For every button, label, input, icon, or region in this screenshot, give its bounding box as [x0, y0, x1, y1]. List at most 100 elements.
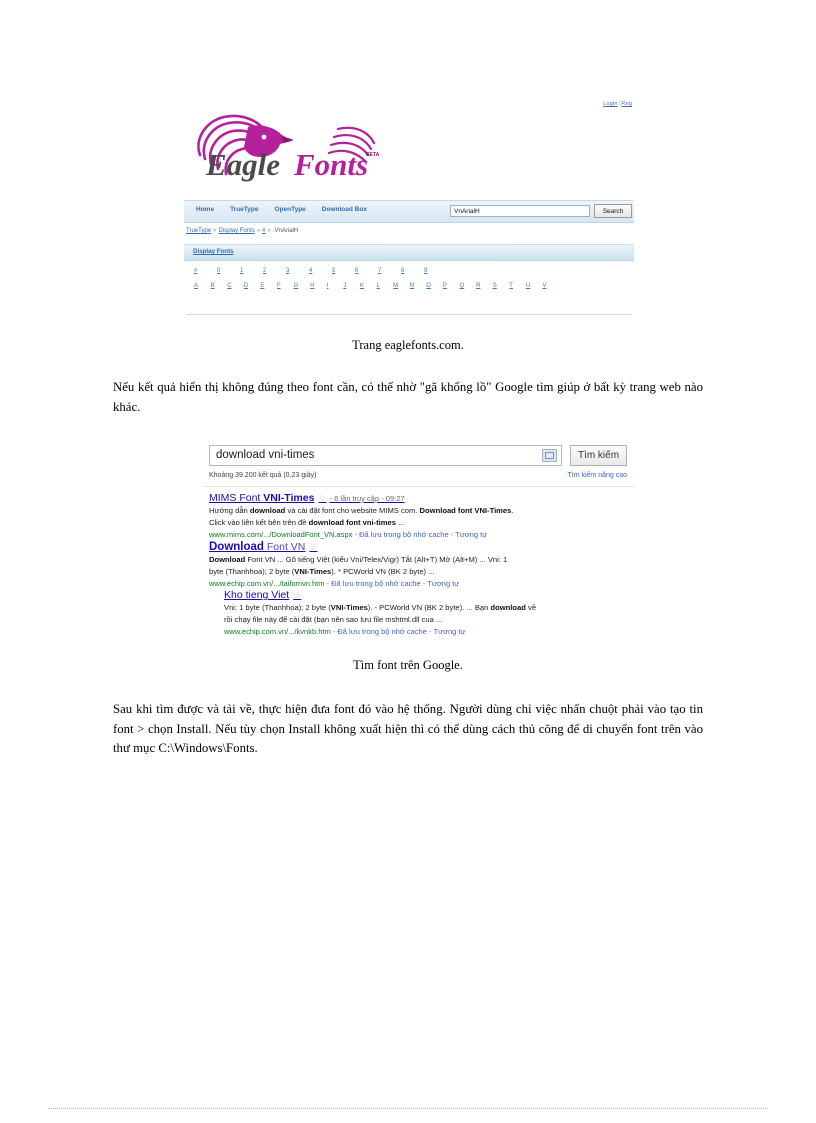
alphabet-link-7[interactable]: 7	[378, 268, 401, 274]
result-snippet-line-2: rồi chạy file này để cài đặt (bạn nên sa…	[224, 614, 443, 624]
star-icon[interactable]: ☆	[318, 493, 326, 503]
snippet-seg: và cài đặt font cho website MIMS com.	[285, 506, 420, 515]
alphabet-link-a[interactable]: A	[194, 283, 211, 289]
caption-eaglefonts: Trang eaglefonts.com.	[352, 338, 464, 352]
star-icon[interactable]: ☆	[293, 590, 301, 600]
breadcrumb-item-hash[interactable]: #	[262, 228, 265, 234]
alphabet-link-k[interactable]: K	[360, 283, 377, 289]
result-url[interactable]: www.echip.com.vn/.../taifomvn.htm	[209, 579, 324, 588]
nav-item-home[interactable]: Home	[196, 206, 214, 213]
google-divider	[202, 486, 634, 487]
alphabet-link-q[interactable]: Q	[460, 283, 477, 289]
alphabet-link-0[interactable]: 0	[217, 268, 240, 274]
result-url[interactable]: www.mims.com/.../DownloadFont_VN.aspx	[209, 530, 352, 539]
result-cache-link[interactable]: Đã lưu trong bộ nhớ cache	[359, 530, 449, 539]
font-search-button[interactable]: Search	[594, 204, 632, 218]
breadcrumb-item-truetype[interactable]: TrueType	[186, 228, 211, 234]
register-link[interactable]: Reg	[621, 101, 632, 107]
alphabet-row-numbers: #0 1 2 3 4 5 6 7 8 9	[194, 268, 628, 274]
alphabet-link-3[interactable]: 3	[286, 268, 309, 274]
alphabet-link-m[interactable]: M	[393, 283, 410, 289]
result-meta: - 6 lần truy cập - 09:27	[329, 494, 405, 503]
result-title-text-plain: Kho tieng Viet	[224, 589, 290, 601]
alphabet-link-f[interactable]: F	[277, 283, 294, 289]
main-navigation-bar: Home TrueType OpenType Download Box VnArial…	[184, 200, 634, 223]
result-url-line: www.echip.com.vn/.../kvnkb.htm - Đã lưu …	[224, 627, 466, 636]
alphabet-row-letters: ABCDEFGHIJKLMNOPQRSTUV	[194, 283, 628, 289]
eaglefonts-logo[interactable]: Eagle Fonts BETA	[188, 109, 393, 191]
alphabet-link-c[interactable]: C	[227, 283, 244, 289]
caption-google: Tìm font trên Google.	[353, 658, 463, 672]
google-search-row: download vni-times Tìm kiếm	[209, 445, 627, 466]
logo-beta-tag: BETA	[366, 152, 380, 158]
result-title-text-plain: Font VN	[263, 541, 306, 553]
breadcrumb-item-display-fonts[interactable]: Display Fonts	[218, 228, 254, 234]
result-snippet-line-1: Download Font VN ... Gõ tiếng Việt (kiểu…	[209, 555, 609, 566]
snippet-seg: Font VN ... Gõ tiếng Việt (kiểu Vni/Tele…	[245, 555, 508, 564]
alphabet-link-#[interactable]: #	[194, 268, 217, 274]
alphabet-link-8[interactable]: 8	[401, 268, 424, 274]
result-similar-link[interactable]: Tương tự	[455, 530, 487, 539]
result-url-line: www.mims.com/.../DownloadFont_VN.aspx - …	[209, 530, 488, 539]
alphabet-link-4[interactable]: 4	[309, 268, 332, 274]
alphabet-link-e[interactable]: E	[260, 283, 277, 289]
alphabet-link-6[interactable]: 6	[355, 268, 378, 274]
alphabet-link-p[interactable]: P	[443, 283, 460, 289]
result-url[interactable]: www.echip.com.vn/.../kvnkb.htm	[224, 627, 331, 636]
snippet-seg: ). * PCWorld VN (BK 2 byte) ...	[331, 566, 435, 576]
alphabet-link-o[interactable]: O	[426, 283, 443, 289]
content-divider	[186, 314, 632, 315]
alphabet-link-9[interactable]: 9	[424, 268, 447, 274]
breadcrumb-current: .VnArialH	[272, 228, 299, 234]
snippet-seg: Hướng dẫn	[209, 506, 250, 515]
result-similar-link[interactable]: Tương tự	[433, 627, 465, 636]
alphabet-link-2[interactable]: 2	[263, 268, 286, 274]
nav-item-truetype[interactable]: TrueType	[230, 206, 258, 213]
google-search-button[interactable]: Tìm kiếm	[570, 445, 627, 466]
google-stats-row: Khoảng 39.200 kết quả (0,23 giây) Tìm ki…	[209, 472, 627, 483]
search-result-item: MIMS Font VNI-Times ☆ - 6 lần truy cập - 0…	[209, 492, 609, 540]
font-search-input[interactable]: VnArialH	[450, 205, 590, 217]
google-search-screenshot: download vni-times Tìm kiếm Khoảng 39.20…	[202, 437, 634, 644]
alphabet-link-1[interactable]: 1	[240, 268, 263, 274]
advanced-search-link[interactable]: Tìm kiếm nâng cao	[567, 472, 627, 479]
alphabet-link-h[interactable]: H	[310, 283, 327, 289]
result-cache-link[interactable]: Đã lưu trong bộ nhớ cache	[337, 627, 427, 636]
result-title-link[interactable]: Kho tieng Viet ☆	[224, 589, 624, 602]
result-cache-link[interactable]: Đã lưu trong bộ nhớ cache	[331, 579, 421, 588]
breadcrumb-separator-3: »	[267, 228, 271, 234]
alphabet-link-l[interactable]: L	[377, 283, 394, 289]
alphabet-link-n[interactable]: N	[410, 283, 427, 289]
alphabet-link-5[interactable]: 5	[332, 268, 355, 274]
result-title-link[interactable]: MIMS Font VNI-Times ☆ - 6 lần truy cập - 0…	[209, 492, 609, 505]
alphabet-link-v[interactable]: V	[542, 283, 559, 289]
login-link[interactable]: Login	[603, 101, 617, 107]
result-title-link[interactable]: Download Font VN ☆	[209, 541, 609, 554]
nav-item-download-box[interactable]: Download Box	[322, 206, 367, 213]
snippet-seg-bold: VNI-Times	[294, 566, 332, 576]
alphabet-link-t[interactable]: T	[509, 283, 526, 289]
alphabet-link-g[interactable]: G	[294, 283, 311, 289]
result-snippet-line-1: Vni: 1 byte (Thanhhoa); 2 byte (VNI-Time…	[224, 603, 624, 614]
result-title-text-plain: MIMS Font	[209, 492, 264, 504]
result-similar-link[interactable]: Tương tự	[427, 579, 459, 588]
star-icon[interactable]: ☆	[309, 542, 317, 552]
snippet-seg-bold: Download font VNI-Times	[419, 506, 512, 515]
paragraph-install-instructions: Sau khi tìm được và tải về, thực hiện đư…	[113, 702, 703, 755]
search-result-item: Kho tieng Viet ☆ Vni: 1 byte (Thanhhoa); …	[224, 589, 624, 637]
snippet-seg: ). - PCWorld VN (BK 2 byte). ... Bạn	[367, 603, 491, 612]
alphabet-link-d[interactable]: D	[244, 283, 261, 289]
paragraph-google-hint: Nếu kết quả hiển thị không đúng theo fon…	[113, 380, 703, 414]
alphabet-link-i[interactable]: I	[327, 283, 344, 289]
breadcrumb: TrueType» Display Fonts» #» .VnArialH	[186, 228, 298, 234]
alphabet-link-u[interactable]: U	[526, 283, 543, 289]
keyboard-icon[interactable]	[542, 449, 557, 462]
alphabet-link-j[interactable]: J	[343, 283, 360, 289]
alphabet-link-b[interactable]: B	[211, 283, 228, 289]
nav-item-opentype[interactable]: OpenType	[274, 206, 305, 213]
google-search-input[interactable]: download vni-times	[209, 445, 562, 466]
document-page: Login|Reg Eagle Fonts BETA Home TrueType…	[0, 0, 816, 1123]
alphabet-link-r[interactable]: R	[476, 283, 493, 289]
snippet-seg-bold: download	[490, 603, 526, 612]
alphabet-link-s[interactable]: S	[493, 283, 510, 289]
